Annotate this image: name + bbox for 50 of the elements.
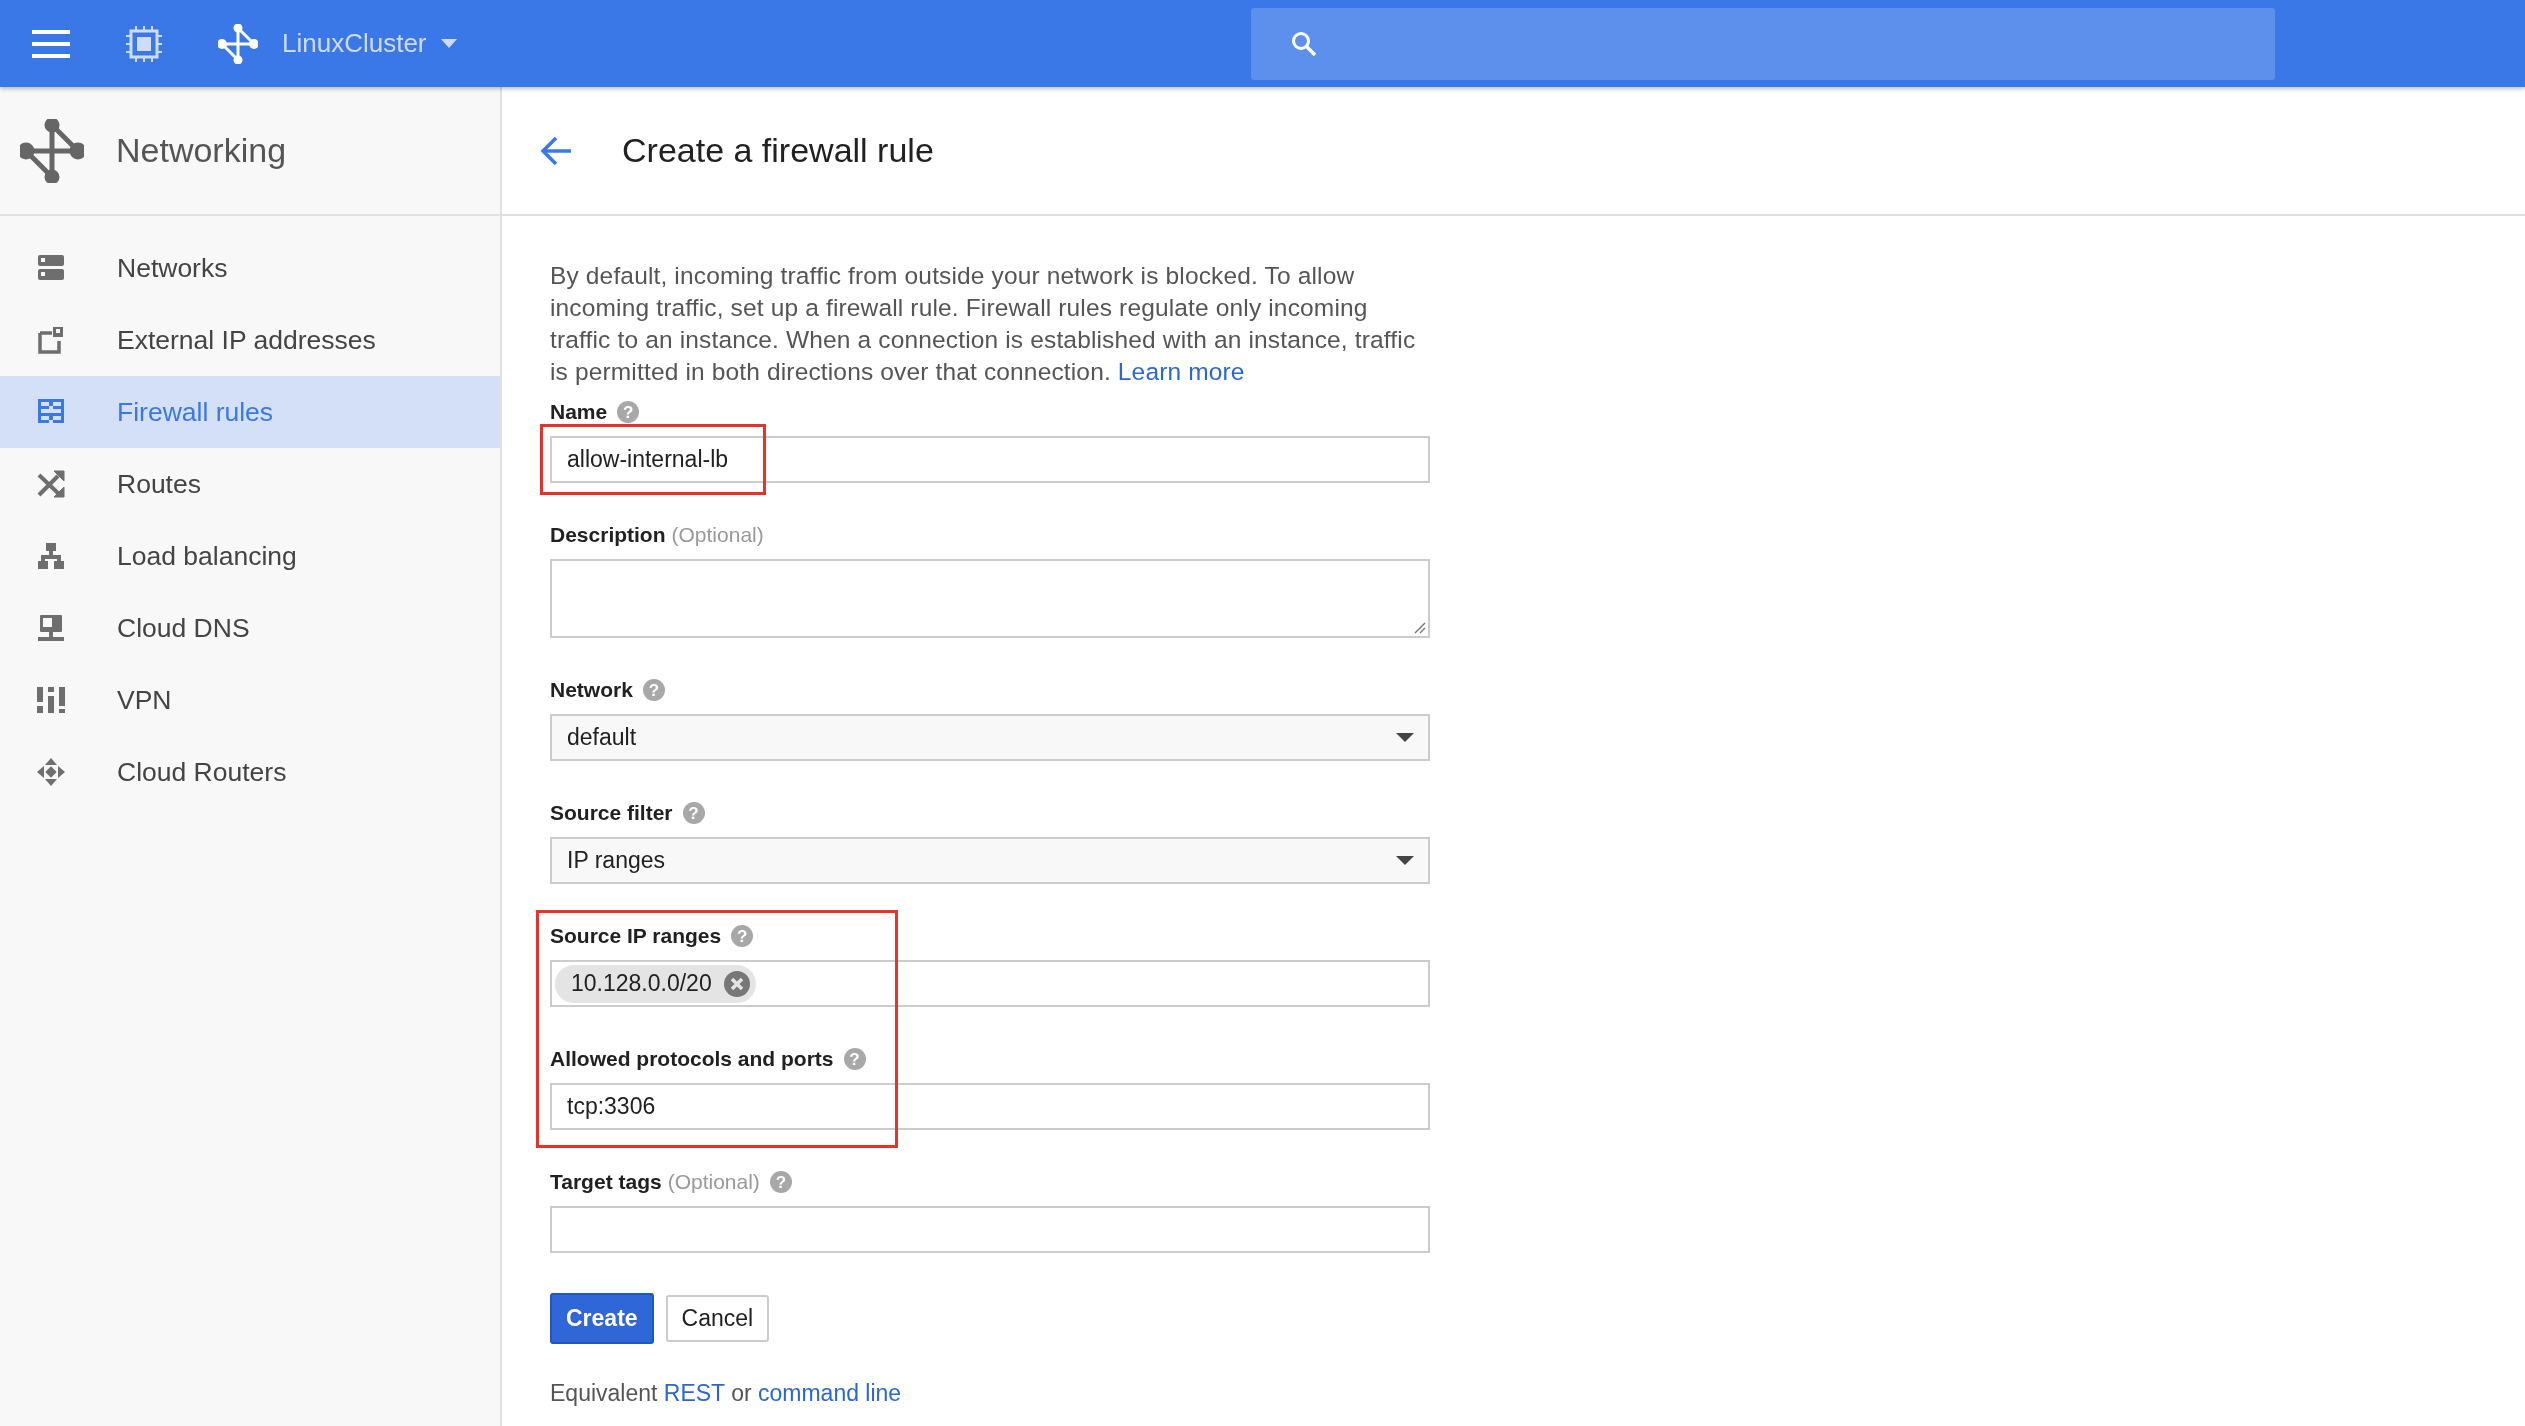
sidebar-title: Networking: [116, 131, 287, 170]
text-field[interactable]: [550, 1206, 1430, 1253]
command-line-link[interactable]: command line: [758, 1380, 902, 1406]
dropdown[interactable]: default: [550, 714, 1430, 761]
shuffle-icon: [36, 469, 66, 499]
network-icon[interactable]: [218, 23, 258, 64]
caret-icon: [1396, 856, 1414, 865]
sidebar-item[interactable]: VPN: [0, 664, 500, 736]
field-label: Network: [550, 678, 633, 702]
sidebar-item[interactable]: Routes: [0, 448, 500, 520]
bars-icon: [36, 685, 66, 715]
create-button[interactable]: Create: [550, 1293, 654, 1344]
ip-range-chip: 10.128.0.0/20: [555, 964, 756, 1003]
four-arrows-icon: [36, 757, 66, 787]
field-label: Description: [550, 523, 666, 547]
sidebar-item[interactable]: Cloud Routers: [0, 736, 500, 808]
sidebar-item[interactable]: External IP addresses: [0, 304, 500, 376]
sidebar-item[interactable]: Load balancing: [0, 520, 500, 592]
learn-more-link[interactable]: Learn more: [1117, 358, 1245, 385]
hierarchy-icon: [36, 541, 66, 571]
rest-link[interactable]: REST: [663, 1380, 725, 1406]
cancel-button[interactable]: Cancel: [665, 1295, 770, 1342]
search-icon: [1291, 30, 1317, 57]
network-icon: [20, 118, 84, 183]
search-field[interactable]: [1251, 7, 2275, 80]
chip-input-field[interactable]: 10.128.0.0/20: [550, 960, 1430, 1007]
intro-text: By default, incoming traffic from outside your network is blocked. To allow incoming traffic, set up a firewall rule. Firewall rules regulate only incoming traffic to an instance. When a connection is established with an instance, traffic is permitted in both directions over that connection. Learn more: [550, 261, 1417, 387]
sidebar-item[interactable]: Networks: [0, 232, 500, 304]
equivalent-text: Equivalent REST or command line: [550, 1380, 903, 1407]
field-label: Allowed protocols and ports: [550, 1047, 834, 1071]
sidebar-item[interactable]: Cloud DNS: [0, 592, 500, 664]
monitor-icon: [36, 613, 66, 643]
optional-label: (Optional): [667, 1170, 760, 1194]
caret-icon: [1396, 733, 1414, 742]
chip-icon[interactable]: [126, 25, 162, 62]
text-field[interactable]: allow-internal-lb: [550, 436, 1430, 483]
server-icon: [36, 253, 66, 283]
caret-icon: [440, 39, 457, 48]
menu-icon[interactable]: [32, 29, 70, 58]
field-label: Source IP ranges: [550, 924, 722, 948]
page-title: Create a firewall rule: [622, 131, 934, 170]
remove-icon[interactable]: [723, 970, 750, 997]
dropdown[interactable]: IP ranges: [550, 837, 1430, 884]
external-ip-icon: [36, 325, 66, 355]
field-label: Source filter: [550, 801, 673, 825]
text-field[interactable]: tcp:3306: [550, 1083, 1430, 1130]
optional-label: (Optional): [671, 523, 764, 547]
field-label: Name: [550, 400, 608, 424]
resize-grip-icon: [1414, 622, 1426, 634]
field-label: Target tags: [550, 1170, 662, 1194]
